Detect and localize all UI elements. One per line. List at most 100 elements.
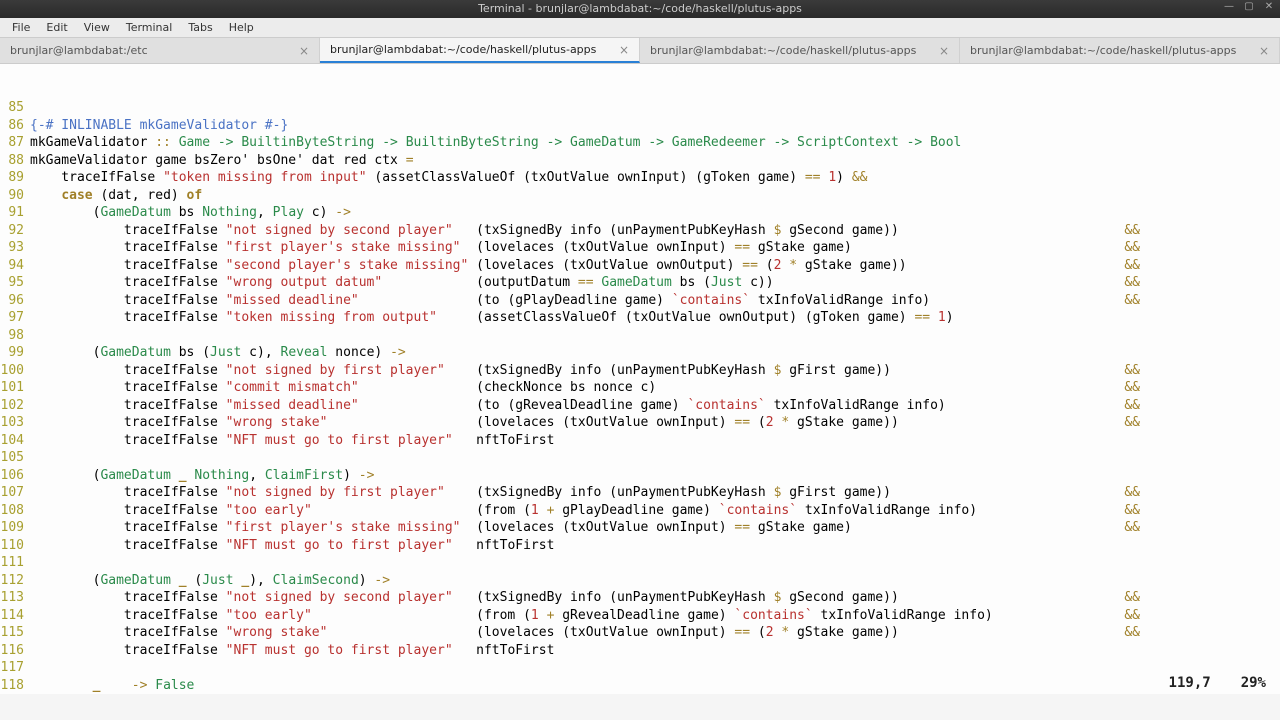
scroll-percent: 29% [1241, 675, 1266, 693]
line-number: 117 [0, 659, 30, 677]
line-number: 86 [0, 117, 30, 135]
code-content: traceIfFalse "first player's stake missi… [30, 519, 1280, 537]
terminal-tab-0[interactable]: brunjlar@lambdabat:/etc × [0, 38, 320, 63]
code-line: 90 case (dat, red) of [0, 187, 1280, 205]
line-number: 103 [0, 414, 30, 432]
menu-tabs[interactable]: Tabs [180, 19, 220, 36]
code-line: 104 traceIfFalse "NFT must go to first p… [0, 432, 1280, 450]
code-line: 93 traceIfFalse "first player's stake mi… [0, 239, 1280, 257]
tab-close-icon[interactable]: × [1259, 44, 1269, 58]
line-number: 101 [0, 379, 30, 397]
line-number: 113 [0, 589, 30, 607]
code-content: traceIfFalse "missed deadline" (to (gPla… [30, 292, 1280, 310]
line-number: 94 [0, 257, 30, 275]
code-content: traceIfFalse "too early" (from (1 + gRev… [30, 607, 1280, 625]
code-content: mkGameValidator :: Game -> BuiltinByteSt… [30, 134, 1280, 152]
code-content: (GameDatum bs Nothing, Play c) -> [30, 204, 1280, 222]
code-content: traceIfFalse "not signed by first player… [30, 484, 1280, 502]
line-number: 108 [0, 502, 30, 520]
code-line: 102 traceIfFalse "missed deadline" (to (… [0, 397, 1280, 415]
code-line: 108 traceIfFalse "too early" (from (1 + … [0, 502, 1280, 520]
code-content: traceIfFalse "token missing from input" … [30, 169, 1280, 187]
editor-area[interactable]: 8586{-# INLINABLE mkGameValidator #-}87m… [0, 64, 1280, 694]
code-line: 95 traceIfFalse "wrong output datum" (ou… [0, 274, 1280, 292]
code-content: traceIfFalse "too early" (from (1 + gPla… [30, 502, 1280, 520]
code-line: 99 (GameDatum bs (Just c), Reveal nonce)… [0, 344, 1280, 362]
cursor-position: 119,7 [1169, 675, 1211, 693]
code-content: traceIfFalse "NFT must go to first playe… [30, 642, 1280, 660]
line-number: 106 [0, 467, 30, 485]
code-line: 112 (GameDatum _ (Just _), ClaimSecond) … [0, 572, 1280, 590]
tab-close-icon[interactable]: × [619, 43, 629, 57]
code-line: 86{-# INLINABLE mkGameValidator #-} [0, 117, 1280, 135]
terminal-tab-1[interactable]: brunjlar@lambdabat:~/code/haskell/plutus… [320, 38, 640, 63]
menu-terminal[interactable]: Terminal [118, 19, 181, 36]
line-number: 99 [0, 344, 30, 362]
status-bar: 119,7 29% [1155, 673, 1280, 695]
code-content [30, 99, 1280, 117]
code-line: 116 traceIfFalse "NFT must go to first p… [0, 642, 1280, 660]
titlebar: Terminal - brunjlar@lambdabat:~/code/has… [0, 0, 1280, 18]
code-content: (GameDatum _ Nothing, ClaimFirst) -> [30, 467, 1280, 485]
code-line: 109 traceIfFalse "first player's stake m… [0, 519, 1280, 537]
line-number: 112 [0, 572, 30, 590]
tab-label: brunjlar@lambdabat:~/code/haskell/plutus… [650, 44, 916, 57]
code-content: mkGameValidator game bsZero' bsOne' dat … [30, 152, 1280, 170]
code-line: 85 [0, 99, 1280, 117]
menu-file[interactable]: File [4, 19, 38, 36]
window-title: Terminal - brunjlar@lambdabat:~/code/has… [478, 2, 802, 15]
line-number: 118 [0, 677, 30, 695]
tab-close-icon[interactable]: × [939, 44, 949, 58]
code-line: 106 (GameDatum _ Nothing, ClaimFirst) -> [0, 467, 1280, 485]
code-content: traceIfFalse "not signed by first player… [30, 362, 1280, 380]
line-number: 97 [0, 309, 30, 327]
code-line: 87mkGameValidator :: Game -> BuiltinByte… [0, 134, 1280, 152]
menu-edit[interactable]: Edit [38, 19, 75, 36]
terminal-tab-2[interactable]: brunjlar@lambdabat:~/code/haskell/plutus… [640, 38, 960, 63]
line-number: 107 [0, 484, 30, 502]
maximize-icon[interactable]: ▢ [1242, 0, 1256, 14]
code-line: 107 traceIfFalse "not signed by first pl… [0, 484, 1280, 502]
code-content [30, 449, 1280, 467]
code-line: 92 traceIfFalse "not signed by second pl… [0, 222, 1280, 240]
code-content [30, 659, 1280, 677]
close-icon[interactable]: ✕ [1262, 0, 1276, 14]
code-content: traceIfFalse "wrong output datum" (outpu… [30, 274, 1280, 292]
code-line: 103 traceIfFalse "wrong stake" (lovelace… [0, 414, 1280, 432]
line-number: 111 [0, 554, 30, 572]
line-number: 116 [0, 642, 30, 660]
line-number: 89 [0, 169, 30, 187]
code-content: traceIfFalse "first player's stake missi… [30, 239, 1280, 257]
menu-help[interactable]: Help [221, 19, 262, 36]
line-number: 93 [0, 239, 30, 257]
terminal-tab-3[interactable]: brunjlar@lambdabat:~/code/haskell/plutus… [960, 38, 1280, 63]
line-number: 105 [0, 449, 30, 467]
line-number: 90 [0, 187, 30, 205]
code-content: _ -> False [30, 677, 1280, 695]
code-line: 98 [0, 327, 1280, 345]
code-content [30, 554, 1280, 572]
line-number: 85 [0, 99, 30, 117]
code-content: traceIfFalse "missed deadline" (to (gRev… [30, 397, 1280, 415]
minimize-icon[interactable]: — [1222, 0, 1236, 14]
code-content: traceIfFalse "wrong stake" (lovelaces (t… [30, 414, 1280, 432]
code-content: (GameDatum _ (Just _), ClaimSecond) -> [30, 572, 1280, 590]
tab-label: brunjlar@lambdabat:/etc [10, 44, 148, 57]
line-number: 110 [0, 537, 30, 555]
code-content: traceIfFalse "not signed by second playe… [30, 222, 1280, 240]
tab-close-icon[interactable]: × [299, 44, 309, 58]
code-content: traceIfFalse "commit mismatch" (checkNon… [30, 379, 1280, 397]
code-line: 97 traceIfFalse "token missing from outp… [0, 309, 1280, 327]
code-line: 114 traceIfFalse "too early" (from (1 + … [0, 607, 1280, 625]
line-number: 91 [0, 204, 30, 222]
line-number: 98 [0, 327, 30, 345]
menubar: FileEditViewTerminalTabsHelp [0, 18, 1280, 38]
tab-label: brunjlar@lambdabat:~/code/haskell/plutus… [330, 43, 596, 56]
code-line: 113 traceIfFalse "not signed by second p… [0, 589, 1280, 607]
code-content [30, 327, 1280, 345]
code-content: (GameDatum bs (Just c), Reveal nonce) -> [30, 344, 1280, 362]
code-line: 115 traceIfFalse "wrong stake" (lovelace… [0, 624, 1280, 642]
menu-view[interactable]: View [76, 19, 118, 36]
line-number: 115 [0, 624, 30, 642]
code-line: 117 [0, 659, 1280, 677]
